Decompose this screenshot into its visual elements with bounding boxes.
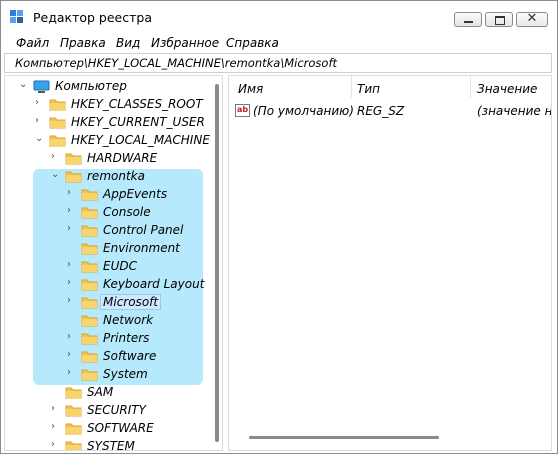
tree-node-label: Keyboard Layout: [103, 277, 205, 291]
folder-icon: [81, 296, 98, 309]
window-title: Редактор реестра: [33, 10, 152, 25]
tree-node-label: SOFTWARE: [87, 421, 154, 435]
folder-icon: [81, 332, 98, 345]
collapse-arrow-icon[interactable]: ⌄: [51, 169, 61, 180]
address-bar[interactable]: Компьютер\HKEY_LOCAL_MACHINE\remontka\Mi…: [4, 53, 552, 73]
menu-help[interactable]: Справка: [226, 36, 279, 50]
folder-icon: [81, 224, 98, 237]
title-bar[interactable]: Редактор реестра ✕: [1, 1, 557, 31]
expand-arrow-icon[interactable]: ›: [67, 187, 77, 198]
expand-arrow-icon[interactable]: ›: [67, 223, 77, 234]
close-button[interactable]: ✕: [516, 11, 548, 27]
expand-arrow-icon[interactable]: ›: [67, 205, 77, 216]
folder-icon: [65, 152, 82, 165]
folder-icon: [81, 188, 98, 201]
menu-edit[interactable]: Правка: [60, 36, 106, 50]
folder-icon: [81, 260, 98, 273]
expand-arrow-icon[interactable]: ›: [51, 421, 61, 432]
column-separator[interactable]: [351, 76, 352, 98]
close-icon: ✕: [526, 11, 538, 26]
string-value-icon: ab: [235, 104, 250, 117]
tree-node-label: Control Panel: [103, 223, 184, 237]
tree-node-label: HKEY_CLASSES_ROOT: [71, 97, 203, 111]
value-data-cell[interactable]: (значение не: [477, 104, 551, 118]
folder-icon: [81, 368, 98, 381]
tree-node-label: EUDC: [103, 259, 137, 273]
menu-favorites[interactable]: Избранное: [151, 36, 219, 50]
registry-editor-icon: [10, 10, 24, 24]
expand-arrow-icon[interactable]: ›: [51, 403, 61, 414]
expand-arrow-icon[interactable]: ›: [67, 349, 77, 360]
folder-icon: [65, 386, 82, 399]
tree-node-label: AppEvents: [103, 187, 168, 201]
tree-node-label: HKEY_LOCAL_MACHINE: [71, 133, 210, 147]
tree-node-label: Microsoft: [99, 294, 162, 310]
column-header-name[interactable]: Имя: [238, 82, 263, 96]
folder-icon: [65, 170, 82, 183]
tree-node-label: SAM: [87, 385, 114, 399]
column-separator[interactable]: [470, 76, 471, 98]
scrollbar-thumb[interactable]: [215, 84, 219, 442]
collapse-arrow-icon[interactable]: ⌄: [35, 133, 45, 144]
folder-icon: [81, 278, 98, 291]
value-type-cell[interactable]: REG_SZ: [357, 104, 404, 118]
minimize-button[interactable]: [454, 12, 482, 27]
maximize-icon: [495, 16, 505, 25]
tree-vertical-scrollbar[interactable]: [212, 76, 222, 450]
column-header-value[interactable]: Значение: [477, 82, 537, 96]
expand-arrow-icon[interactable]: ›: [51, 439, 61, 450]
tree-node-label: remontka: [87, 169, 145, 183]
tree-node-label: Компьютер: [55, 79, 127, 93]
expand-arrow-icon[interactable]: ›: [51, 151, 61, 162]
expand-arrow-icon[interactable]: ›: [35, 115, 45, 126]
tree-node-label: Network: [103, 313, 154, 327]
expand-arrow-icon[interactable]: ›: [35, 97, 45, 108]
expand-arrow-icon[interactable]: ›: [67, 331, 77, 342]
folder-icon: [81, 314, 98, 327]
key-tree-pane[interactable]: ⌄ Компьютер › HKEY_CLASSES_ROOT › HKEY_CURR…: [4, 75, 223, 451]
computer-icon: [33, 80, 50, 93]
folder-icon: [81, 242, 98, 255]
value-name-cell[interactable]: (По умолчанию): [253, 104, 354, 118]
values-list-pane[interactable]: Имя Тип Значение ab (По умолчанию) REG_S…: [228, 75, 552, 451]
tree-node-label: HARDWARE: [87, 151, 158, 165]
tree-node-label: SECURITY: [87, 403, 146, 417]
expand-arrow-icon[interactable]: ›: [67, 277, 77, 288]
tree-node-label: Software: [103, 349, 157, 363]
tree-node-label: HKEY_CURRENT_USER: [71, 115, 205, 129]
tree-node-label: Printers: [103, 331, 150, 345]
address-path: Компьютер\HKEY_LOCAL_MACHINE\remontka\Mi…: [15, 56, 337, 70]
folder-icon: [49, 98, 66, 111]
menu-file[interactable]: Файл: [16, 36, 49, 50]
folder-icon: [81, 206, 98, 219]
folder-icon: [65, 404, 82, 417]
folder-icon: [65, 422, 82, 435]
folder-icon: [65, 440, 82, 450]
tree-node-label: Console: [103, 205, 151, 219]
tree-node-label: SYSTEM: [87, 439, 135, 451]
folder-icon: [49, 116, 66, 129]
expand-arrow-icon[interactable]: ›: [67, 259, 77, 270]
expand-arrow-icon[interactable]: ›: [67, 295, 77, 306]
list-horizontal-scrollbar[interactable]: [249, 436, 439, 439]
maximize-button[interactable]: [485, 12, 513, 27]
tree-node-label: Environment: [103, 241, 180, 255]
menu-view[interactable]: Вид: [116, 36, 140, 50]
expand-arrow-icon[interactable]: ›: [67, 367, 77, 378]
menu-bar: Файл Правка Вид Избранное Справка: [1, 33, 557, 53]
registry-editor-window: Редактор реестра ✕ Файл Правка Вид Избра…: [0, 0, 558, 454]
collapse-arrow-icon[interactable]: ⌄: [19, 79, 29, 90]
minimize-icon: [464, 21, 473, 23]
column-header-type[interactable]: Тип: [357, 82, 380, 96]
folder-icon: [49, 134, 66, 147]
tree-node-label: System: [103, 367, 148, 381]
folder-icon: [81, 350, 98, 363]
